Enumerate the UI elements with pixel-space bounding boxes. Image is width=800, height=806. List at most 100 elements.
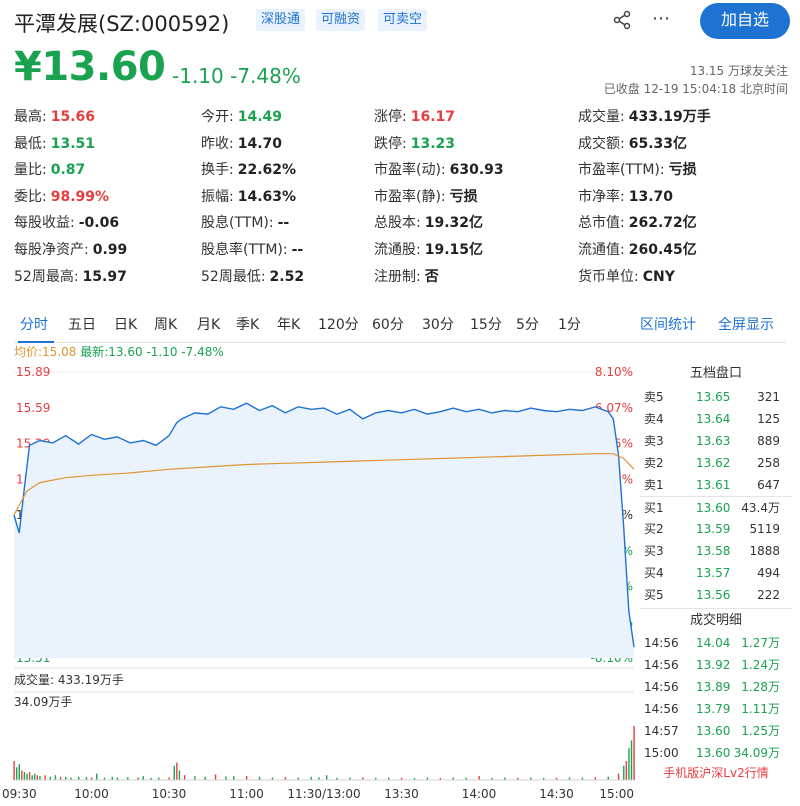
tab-6[interactable]: 年K	[277, 314, 300, 334]
trade-price: 14.04	[696, 636, 731, 650]
share-icon[interactable]	[612, 10, 632, 30]
y-tick-label-left: 15.89	[16, 365, 50, 379]
orderbook-volume: 321	[757, 390, 780, 404]
quote-value: CNY	[642, 269, 675, 285]
quote-label: 市盈率(TTM):	[578, 162, 665, 178]
orderbook-label: 卖4	[644, 412, 664, 426]
quote-label: 市净率:	[578, 189, 625, 205]
quote-item: 52周最低: 2.52	[201, 267, 304, 287]
volume-bar	[39, 776, 41, 780]
x-tick-label: 11:30/13:00	[287, 787, 360, 801]
quote-item: 每股净资产: 0.99	[14, 240, 127, 260]
quote-label: 流通值:	[578, 242, 625, 258]
quote-item: 股息率(TTM): --	[201, 240, 303, 260]
tag-short[interactable]: 可卖空	[378, 9, 428, 31]
price-area	[14, 403, 634, 658]
market-status: 已收盘 12-19 15:04:18 北京时间	[603, 82, 788, 96]
orderbook-label: 卖3	[644, 434, 664, 448]
quote-label: 流通股:	[374, 242, 421, 258]
orderbook: 卖5 13.65 321 卖4 13.64 125 卖3 13.63 889 卖2 13.62 258…	[640, 386, 792, 606]
tab-3[interactable]: 周K	[154, 314, 177, 334]
quote-value: 433.19万手	[628, 109, 711, 125]
x-tick-label: 10:30	[152, 787, 187, 801]
trade-time: 15:00	[644, 746, 679, 760]
quote-value: 19.15亿	[424, 242, 484, 258]
trade-row: 14:56 14.04 1.27万	[640, 632, 792, 654]
volume-bar	[478, 775, 480, 780]
quote-item: 每股收益: -0.06	[14, 213, 119, 233]
fullscreen-link[interactable]: 全屏显示	[718, 314, 774, 334]
volume-bar	[214, 774, 217, 780]
quote-label: 今开:	[201, 109, 234, 125]
quote-label: 成交额:	[578, 136, 625, 152]
volume-bar	[617, 773, 620, 780]
orderbook-row: 卖4 13.64 125	[640, 408, 792, 430]
x-tick-label: 15:00	[599, 787, 634, 801]
quote-value: 亏损	[668, 162, 697, 178]
tab-11[interactable]: 5分	[516, 314, 539, 334]
quote-label: 股息率(TTM):	[201, 242, 288, 258]
tab-9[interactable]: 30分	[422, 314, 454, 334]
volume-bar	[96, 773, 98, 780]
current-price: ¥13.60	[14, 44, 166, 90]
quote-value: 98.99%	[50, 189, 110, 205]
orderbook-price: 13.63	[696, 434, 731, 448]
intraday-chart[interactable]: ◎ 雪球15.898.10%15.596.07%15.294.05%15.002…	[0, 360, 640, 806]
quote-label: 货币单位:	[578, 269, 639, 285]
trade-price: 13.60	[696, 724, 731, 738]
orderbook-price: 13.61	[696, 478, 731, 492]
orderbook-volume: 494	[757, 566, 780, 580]
volume-bar	[36, 775, 39, 780]
quote-label: 换手:	[201, 162, 234, 178]
volume-bar	[28, 772, 31, 780]
quote-value: 13.51	[50, 136, 96, 152]
more-icon[interactable]: ⋯	[652, 8, 671, 29]
orderbook-label: 买4	[644, 566, 664, 580]
tab-2[interactable]: 日K	[114, 314, 137, 334]
orderbook-label: 买5	[644, 588, 664, 602]
y-tick-label-left: 15.59	[16, 401, 50, 415]
quote-item: 市盈率(静): 亏损	[374, 187, 478, 207]
orderbook-row: 买5 13.56 222	[640, 584, 792, 606]
stock-title: 平潭发展(SZ:000592)	[14, 12, 230, 36]
quote-value: 630.93	[449, 162, 504, 178]
lv2-link[interactable]: 手机版沪深Lv2行情	[640, 764, 792, 781]
volume-bar	[178, 770, 181, 780]
quote-label: 量比:	[14, 162, 47, 178]
volume-bar	[142, 776, 144, 780]
orderbook-row: 卖5 13.65 321	[640, 386, 792, 408]
quote-label: 52周最高:	[14, 269, 79, 285]
quote-value: --	[291, 242, 304, 258]
quote-item: 成交量: 433.19万手	[578, 107, 711, 127]
quote-label: 每股净资产:	[14, 242, 89, 258]
add-to-watchlist-button[interactable]: 加自选	[700, 3, 790, 39]
range-stats-link[interactable]: 区间统计	[640, 314, 696, 334]
volume-bar	[623, 765, 625, 780]
tab-10[interactable]: 15分	[470, 314, 502, 334]
tag-margin[interactable]: 可融资	[316, 9, 366, 31]
tab-8[interactable]: 60分	[372, 314, 404, 334]
quote-item: 成交额: 65.33亿	[578, 134, 687, 154]
quote-item: 最高: 15.66	[14, 107, 95, 127]
orderbook-price: 13.57	[696, 566, 731, 580]
quote-value: --	[277, 215, 290, 231]
volume-bar	[628, 748, 630, 780]
volume-bar	[176, 762, 178, 780]
trade-time: 14:56	[644, 636, 679, 650]
trade-volume: 1.27万	[741, 636, 780, 650]
tab-7[interactable]: 120分	[318, 314, 359, 334]
quote-item: 总市值: 262.72亿	[578, 213, 697, 233]
avg-price-label: 均价:15.08	[14, 345, 77, 359]
quote-value: 14.70	[237, 136, 283, 152]
tab-1[interactable]: 五日	[68, 314, 96, 334]
tab-12[interactable]: 1分	[558, 314, 581, 334]
quote-label: 委比:	[14, 189, 47, 205]
trade-time: 14:56	[644, 680, 679, 694]
tab-5[interactable]: 季K	[236, 314, 259, 334]
quote-value: 22.62%	[237, 162, 297, 178]
trade-price: 13.92	[696, 658, 731, 672]
tag-shenguotong[interactable]: 深股通	[256, 9, 306, 31]
volume-bar	[194, 776, 196, 780]
tab-0[interactable]: 分时	[20, 314, 48, 334]
tab-4[interactable]: 月K	[197, 314, 220, 334]
